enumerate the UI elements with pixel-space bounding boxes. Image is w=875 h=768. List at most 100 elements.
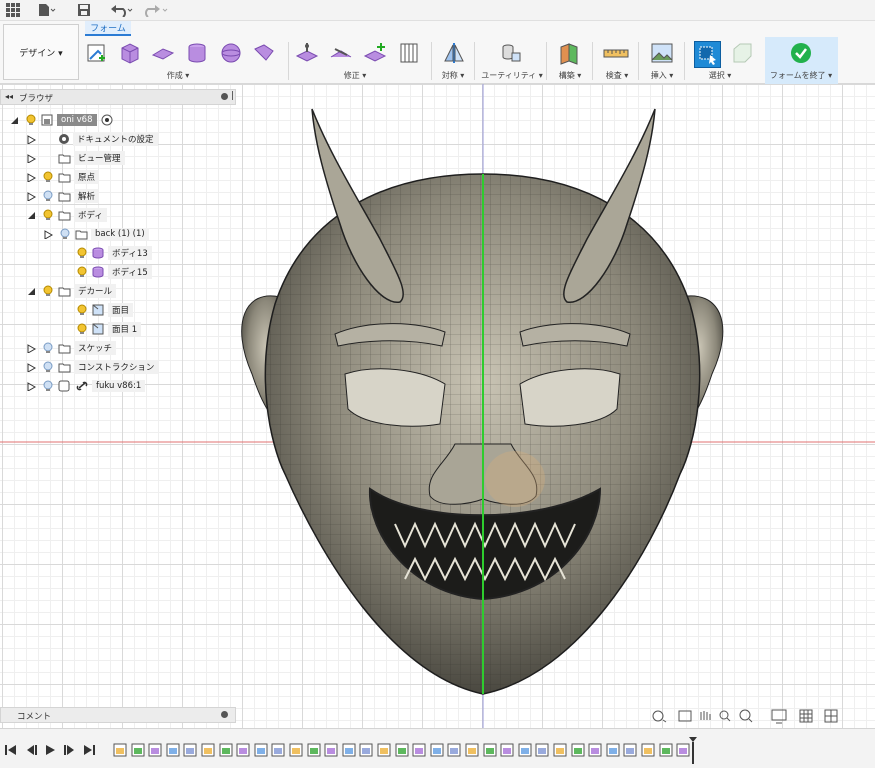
timeline-feature-icon[interactable] [324,743,338,757]
insert-group-label[interactable]: 挿入 ▾ [651,70,674,81]
timeline-feature-icon[interactable] [307,743,321,757]
timeline-feature-icon[interactable] [553,743,567,757]
create-form-icon[interactable] [84,40,110,66]
visibility-bulb-icon[interactable] [42,361,54,373]
timeline-feature-icon[interactable] [588,743,602,757]
timeline-feature-icon[interactable] [483,743,497,757]
viewports-icon[interactable] [824,709,838,723]
play-icon[interactable] [46,745,55,755]
timeline-feature-icon[interactable] [183,743,197,757]
collapsed-triangle-icon[interactable] [27,191,36,201]
browser-item[interactable]: コンストラクション [27,359,159,375]
timeline-feature-icon[interactable] [113,743,127,757]
undo-icon[interactable] [110,2,134,18]
step-back-icon[interactable] [27,745,37,755]
timeline-feature-icon[interactable] [623,743,637,757]
timeline-feature-icon[interactable] [518,743,532,757]
timeline-feature-icon[interactable] [377,743,391,757]
collapsed-triangle-icon[interactable] [27,381,36,391]
timeline-feature-icon[interactable] [289,743,303,757]
sphere-form-icon[interactable] [218,40,244,66]
select-window-icon[interactable] [729,40,755,66]
visibility-bulb-icon[interactable] [76,323,88,335]
visibility-bulb-icon[interactable] [76,266,88,278]
insert-image-icon[interactable] [649,40,675,66]
file-icon[interactable] [38,2,56,18]
pan-icon[interactable] [700,711,711,720]
display-settings-icon[interactable] [771,709,787,724]
timeline-feature-icon[interactable] [641,743,655,757]
bridge-icon[interactable] [396,40,422,66]
go-to-start-icon[interactable] [5,745,16,755]
collapsed-triangle-icon[interactable] [27,343,36,353]
symmetry-group-label[interactable]: 対称 ▾ [442,70,465,81]
visibility-bulb-icon[interactable] [76,247,88,259]
timeline-feature-icon[interactable] [254,743,268,757]
timeline-feature-icon[interactable] [606,743,620,757]
timeline-feature-icon[interactable] [571,743,585,757]
finish-form-label[interactable]: フォームを終了 ▾ [770,70,832,81]
panel-pin-icon[interactable] [221,711,228,718]
grid-icon[interactable] [6,2,20,18]
utilities-icon[interactable] [498,40,524,66]
timeline-feature-icon[interactable] [465,743,479,757]
zoom-icon[interactable] [719,710,731,722]
create-group-label[interactable]: 作成 ▾ [167,70,190,81]
timeline-feature-icon[interactable] [236,743,250,757]
timeline-feature-icon[interactable] [430,743,444,757]
timeline-feature-icon[interactable] [166,743,180,757]
redo-icon[interactable] [143,2,169,18]
timeline-feature-icon[interactable] [447,743,461,757]
browser-item[interactable]: ボディ [27,207,107,223]
browser-panel-header[interactable]: ◂◂ ブラウザ | [0,89,236,105]
visibility-bulb-icon[interactable] [42,342,54,354]
design-canvas[interactable] [0,84,875,728]
workspace-switcher[interactable]: デザイン ▾ [3,24,79,80]
timeline-feature-icon[interactable] [271,743,285,757]
timeline-feature-icon[interactable] [219,743,233,757]
plane-form-icon[interactable] [150,40,176,66]
timeline-feature-icon[interactable] [342,743,356,757]
timeline-feature-icon[interactable] [395,743,409,757]
timeline-feature-icon[interactable] [535,743,549,757]
visibility-bulb-icon[interactable] [42,190,54,202]
visibility-bulb-icon[interactable] [42,285,54,297]
browser-item[interactable]: ボディ15 [61,264,152,280]
expanded-triangle-icon[interactable] [27,287,36,296]
visibility-bulb-icon[interactable] [42,209,54,221]
step-forward-icon[interactable] [64,745,74,755]
visibility-bulb-icon[interactable] [25,114,37,126]
visibility-bulb-icon[interactable] [42,380,54,392]
utilities-group-label[interactable]: ユーティリティ ▾ [481,70,543,81]
panel-pin-icon[interactable] [221,93,228,100]
timeline-feature-icon[interactable] [500,743,514,757]
grid-settings-icon[interactable] [799,709,813,723]
browser-item[interactable]: 解析 [27,188,100,204]
cylinder-form-icon[interactable] [184,40,210,66]
modify-group-label[interactable]: 修正 ▾ [344,70,367,81]
insert-edge-icon[interactable] [328,40,354,66]
browser-item[interactable]: oni v68 [10,112,113,128]
collapse-icon[interactable]: ◂◂ [5,92,13,101]
collapsed-triangle-icon[interactable] [27,134,36,144]
timeline-feature-icon[interactable] [412,743,426,757]
collapsed-triangle-icon[interactable] [27,153,36,163]
browser-item[interactable]: back (1) (1) [44,226,149,242]
visibility-bulb-icon[interactable] [76,304,88,316]
timeline-feature-icon[interactable] [201,743,215,757]
save-icon[interactable] [77,2,91,18]
inspect-group-label[interactable]: 検査 ▾ [606,70,629,81]
select-group-label[interactable]: 選択 ▾ [709,70,732,81]
browser-item[interactable]: ビュー管理 [27,150,125,166]
subdivide-icon[interactable] [362,40,388,66]
browser-item[interactable]: 面目 1 [61,321,142,337]
symmetry-icon[interactable] [441,40,467,66]
comments-panel-header[interactable]: コメント [0,707,236,723]
select-icon[interactable] [694,41,721,68]
box-form-icon[interactable] [117,40,143,66]
measure-icon[interactable] [603,40,629,66]
oni-mask-model[interactable] [241,108,724,695]
construct-plane-icon[interactable] [556,40,582,66]
face-form-icon[interactable] [251,40,277,66]
browser-item[interactable]: 面目 [61,302,134,318]
